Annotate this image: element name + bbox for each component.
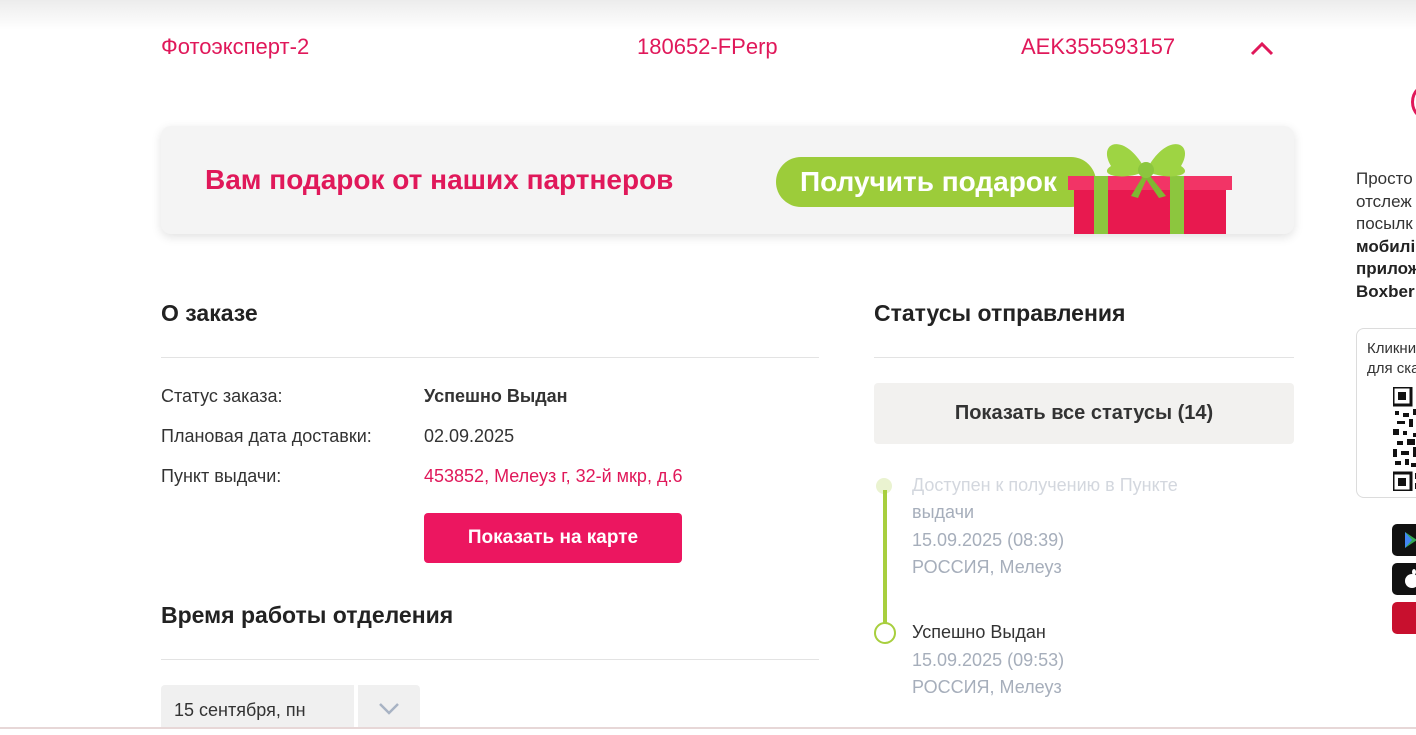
status-location: РОССИЯ, Мелеуз <box>912 677 1062 697</box>
show-on-map-button[interactable]: Показать на карте <box>424 513 682 563</box>
order-number: 180652-FPerp <box>637 34 778 59</box>
top-shade <box>0 0 1416 30</box>
timeline-line <box>883 490 887 623</box>
divider <box>874 357 1294 358</box>
status-title: Успешно Выдан <box>912 622 1046 642</box>
statuses-title: Статусы отправления <box>874 300 1126 326</box>
chevron-down-icon <box>379 703 399 715</box>
status-title: Доступен к получению в Пункте <box>912 475 1178 495</box>
delivery-date-value: 02.09.2025 <box>424 426 515 446</box>
show-all-statuses-button[interactable]: Показать все статусы (14) <box>874 383 1294 444</box>
tracking-number: AEK355593157 <box>1021 34 1176 59</box>
work-hours-title: Время работы отделения <box>161 602 454 628</box>
app-store-icon[interactable] <box>1392 563 1416 595</box>
delivery-date-label: Плановая дата доставки: <box>161 426 372 446</box>
get-gift-button[interactable]: Получить подарок <box>776 157 1096 207</box>
shop-name[interactable]: Фотоэксперт-2 <box>161 34 309 60</box>
date-select[interactable]: 15 сентября, пн <box>161 685 354 729</box>
status-datetime: 15.09.2025 (08:39) <box>912 530 1065 550</box>
status-title-cont: выдачи <box>912 502 975 522</box>
status-value: Успешно Выдан <box>424 386 568 406</box>
date-dropdown-toggle[interactable] <box>358 685 420 729</box>
app-logo-icon <box>1411 82 1416 122</box>
app-promo-text: Просто отслеж посылк мобилі прилож Boxbe… <box>1356 169 1416 301</box>
gift-banner: Вам подарок от наших партнеров Получить … <box>161 126 1294 234</box>
chevron-up-icon[interactable] <box>1248 38 1276 58</box>
google-play-icon[interactable] <box>1392 524 1416 556</box>
qr-caption: Кликни для ска <box>1367 340 1416 377</box>
status-location: РОССИЯ, Мелеуз <box>912 557 1062 577</box>
banner-title: Вам подарок от наших партнеров <box>205 164 674 195</box>
gift-box-icon <box>1068 144 1232 234</box>
pickup-point-link[interactable]: 453852, Мелеуз г, 32-й мкр, д.6 <box>424 466 682 487</box>
divider <box>161 659 819 660</box>
status-datetime: 15.09.2025 (09:53) <box>912 650 1065 670</box>
qr-code-icon <box>1393 387 1416 491</box>
timeline-dot <box>874 622 896 644</box>
status-label: Статус заказа: <box>161 386 283 406</box>
divider <box>161 357 819 358</box>
qr-code-card[interactable]: Кликни для ска <box>1356 328 1416 498</box>
appgallery-icon[interactable] <box>1392 602 1416 634</box>
about-order-title: О заказе <box>161 300 258 326</box>
pickup-point-label: Пункт выдачи: <box>161 466 282 486</box>
